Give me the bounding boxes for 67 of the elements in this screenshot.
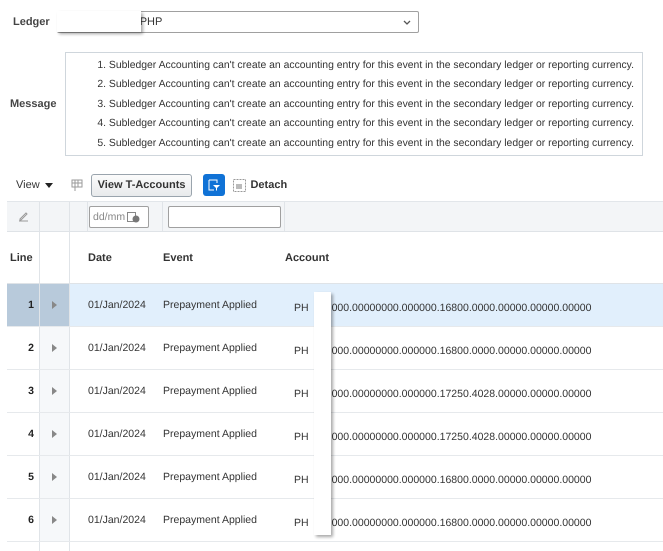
- table-row[interactable]: 5 01/Jan/2024 Prepayment Applied PH 000.00000000.000000.16800.0000.00000.00000.00000: [7, 456, 663, 499]
- chevron-down-icon: [402, 20, 411, 25]
- expand-icon[interactable]: [52, 344, 57, 352]
- date-cell: 01/Jan/2024: [88, 385, 146, 397]
- detach-icon: [233, 178, 246, 192]
- expand-cell[interactable]: [40, 499, 70, 541]
- account-cell: 000.00000000.000000.16800.0000.00000.00000.00000: [332, 517, 592, 529]
- event-cell: Prepayment Applied: [163, 342, 257, 354]
- event-cell: Prepayment Applied: [163, 385, 257, 397]
- event-cell: Prepayment Applied: [163, 471, 257, 483]
- expand-icon[interactable]: [52, 473, 57, 481]
- message-line: 5. Subledger Accounting can't create an accounting entry for this event in the secondary ledger or reporting currency.: [97, 136, 634, 151]
- ledger-label: Ledger: [13, 16, 50, 28]
- account-cell: 000.00000000.000000.16800.0000.00000.00000.00000: [332, 474, 592, 486]
- event-filter-field[interactable]: [168, 206, 281, 228]
- expand-icon[interactable]: [52, 430, 57, 438]
- date-cell: 01/Jan/2024: [88, 471, 146, 483]
- columns-icon[interactable]: [70, 178, 83, 192]
- table-row[interactable]: 2 01/Jan/2024 Prepayment Applied PH 000.00000000.000000.16800.0000.00000.00000.00000: [7, 327, 663, 370]
- view-menu[interactable]: View: [16, 179, 53, 191]
- view-t-accounts-button[interactable]: View T-Accounts: [90, 174, 192, 196]
- edit-icon[interactable]: [18, 211, 28, 222]
- expand-icon[interactable]: [52, 301, 57, 309]
- detach-button[interactable]: Detach: [233, 178, 288, 192]
- message-line: 1. Subledger Accounting can't create an accounting entry for this event in the secondary ledger or reporting currency.: [97, 59, 634, 73]
- column-header: Account: [285, 252, 329, 264]
- caret-icon: [44, 182, 53, 188]
- date-filter-field[interactable]: dd/mm: [89, 206, 149, 228]
- account-cell: 000.00000000.000000.16800.0000.00000.00000.00000: [332, 345, 592, 357]
- message-label: Message: [9, 98, 58, 110]
- account-cell: 000.00000000.000000.17250.4028.00000.00000.00000: [332, 388, 592, 400]
- account-cell: PH: [294, 388, 309, 400]
- calendar-icon: [127, 210, 140, 222]
- table-row[interactable]: 3 01/Jan/2024 Prepayment Applied PH 000.00000000.000000.17250.4028.00000.00000.00000: [7, 370, 663, 413]
- account-cell: PH: [294, 474, 309, 486]
- account-cell: PH: [294, 345, 309, 357]
- expand-cell[interactable]: [40, 456, 70, 498]
- column-header: Event: [163, 252, 193, 264]
- message-line: 2. Subledger Accounting can't create an accounting entry for this event in the secondary ledger or reporting currency.: [97, 78, 634, 92]
- expand-cell[interactable]: [40, 413, 70, 455]
- column-header: Line: [10, 252, 33, 264]
- column-header: Date: [88, 252, 112, 264]
- event-cell: Prepayment Applied: [163, 428, 257, 440]
- event-cell: Prepayment Applied: [163, 514, 257, 526]
- line-number: 1: [7, 284, 40, 326]
- date-cell: 01/Jan/2024: [88, 342, 146, 354]
- message-line: 3. Subledger Accounting can't create an accounting entry for this event in the secondary ledger or reporting currency.: [97, 98, 634, 112]
- expand-cell[interactable]: [40, 284, 70, 326]
- date-cell: 01/Jan/2024: [88, 299, 146, 311]
- table-row[interactable]: 1 01/Jan/2024 Prepayment Applied PH 000.00000000.000000.16800.0000.00000.00000.00000: [7, 284, 663, 327]
- filter-icon: [208, 178, 221, 192]
- filter-toggle-button[interactable]: [203, 174, 226, 196]
- expand-icon[interactable]: [52, 387, 57, 395]
- expand-cell[interactable]: [40, 327, 70, 369]
- account-cell: 000.00000000.000000.17250.4028.00000.00000.00000: [332, 431, 592, 443]
- account-cell: PH: [294, 517, 309, 529]
- message-line: 4. Subledger Accounting can't create an accounting entry for this event in the secondary ledger or reporting currency.: [97, 117, 634, 132]
- expand-icon[interactable]: [52, 516, 57, 524]
- table-row[interactable]: 4 01/Jan/2024 Prepayment Applied PH 000.00000000.000000.17250.4028.00000.00000.00000: [7, 413, 663, 456]
- table-row[interactable]: 6 01/Jan/2024 Prepayment Applied PH 000.00000000.000000.16800.0000.00000.00000.00000: [7, 499, 663, 542]
- expand-cell[interactable]: [40, 370, 70, 412]
- account-cell: PH: [294, 302, 309, 314]
- date-cell: 01/Jan/2024: [88, 514, 146, 526]
- date-cell: 01/Jan/2024: [88, 428, 146, 440]
- event-cell: Prepayment Applied: [163, 299, 257, 311]
- account-cell: 000.00000000.000000.16800.0000.00000.00000.00000: [332, 302, 592, 314]
- account-cell: PH: [294, 431, 309, 443]
